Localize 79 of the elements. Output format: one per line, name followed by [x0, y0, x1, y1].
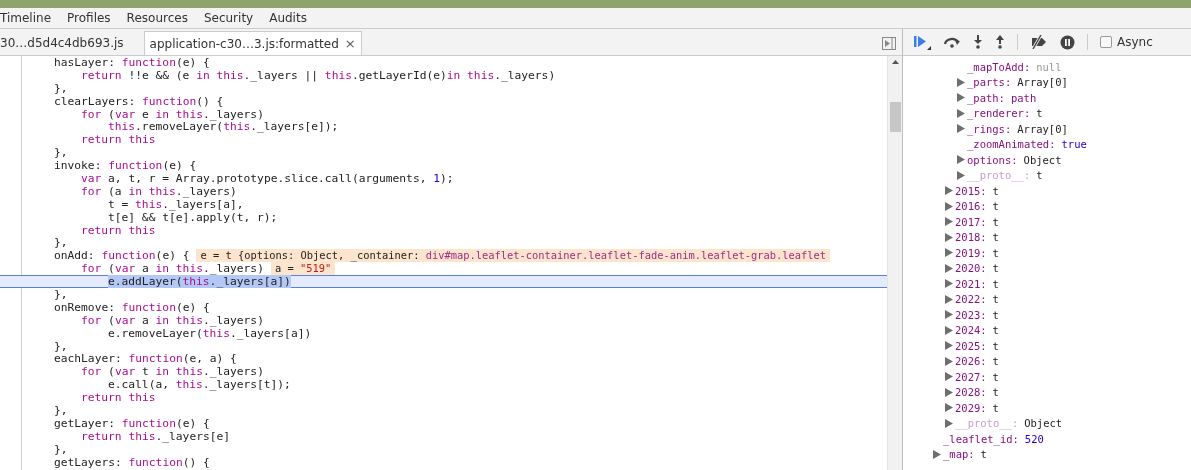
property-entry[interactable]: 2024: t	[945, 322, 999, 339]
code-line: var a, t, r = Array.prototype.slice.call(arguments, 1);	[81, 171, 454, 185]
code-line: },	[54, 404, 68, 417]
scrollbar[interactable]	[887, 56, 902, 470]
code-line: },	[54, 146, 68, 160]
code-line: },	[54, 288, 68, 301]
code-line: for (var a in this._layers)	[81, 313, 264, 327]
property-entry[interactable]: 2020: t	[945, 260, 999, 277]
code-line: e.call(a, this._layers[t]);	[108, 378, 291, 392]
panel-tab[interactable]: Profiles	[67, 9, 111, 27]
panel-tab[interactable]: Security	[203, 9, 254, 27]
code-line: for (a in this._layers)	[81, 184, 237, 198]
scroll-up-icon[interactable]	[891, 60, 899, 64]
property-entry[interactable]: 2025: t	[945, 337, 999, 354]
inline-value: e = t {options: Object, _container: div#map.leaflet-container.leaflet-fade-anim.leaflet-grab.leaflet	[196, 249, 831, 263]
property-entry[interactable]: 2028: t	[945, 384, 999, 401]
panel-tab[interactable]: Timeline	[0, 9, 52, 27]
property-entry[interactable]: 2021: t	[945, 275, 999, 292]
property-entry[interactable]: 2016: t	[945, 198, 999, 215]
property-entry[interactable]: 2027: t	[945, 368, 999, 385]
async-checkbox[interactable]: Async	[1100, 33, 1153, 51]
property-entry[interactable]: 2023: t	[945, 306, 999, 323]
property-entry[interactable]: _path: path	[957, 89, 1037, 106]
property-entry[interactable]: _renderer: t	[957, 105, 1043, 122]
step-out-icon[interactable]	[995, 35, 1005, 49]
inline-value: a = "519"	[270, 262, 336, 276]
step-over-icon[interactable]	[943, 36, 961, 48]
property-entry[interactable]: 2015: t	[945, 182, 999, 199]
code-line: eachLayer: function(e, a) {	[54, 352, 237, 366]
code-line: onRemove: function(e) {	[54, 300, 210, 314]
file-tab[interactable]: application-c30…3.js:formatted ×	[143, 31, 362, 55]
property-entry[interactable]: 2018: t	[945, 229, 999, 246]
close-tab-button[interactable]: ×	[344, 33, 356, 54]
code-line: return this	[81, 223, 156, 237]
code-line: },	[54, 339, 68, 353]
panel-tab[interactable]: Audits	[269, 9, 307, 27]
code-line: e.removeLayer(this._layers[a])	[108, 326, 312, 340]
code-line: t[e] && t[e].apply(t, r);	[108, 210, 278, 224]
property-entry[interactable]: 2017: t	[945, 213, 999, 230]
property-entry[interactable]: 2029: t	[945, 399, 999, 416]
code-line: for (var t in this._layers)	[81, 365, 264, 379]
code-line: getLayers: function() {	[54, 455, 210, 469]
deactivate-breakpoints-icon[interactable]	[1030, 35, 1048, 49]
property-entry[interactable]: __proto__: Object	[945, 415, 1063, 432]
property-entry[interactable]: _rings: Array[0]	[957, 120, 1068, 137]
property-entry[interactable]: _mapToAdd: null	[957, 58, 1062, 75]
code-line: getLayer: function(e) {	[54, 416, 210, 430]
property-entry[interactable]: options: Object	[957, 151, 1062, 168]
code-line: },	[54, 236, 68, 250]
property-entry[interactable]: 2026: t	[945, 353, 999, 370]
code-line: },	[54, 442, 68, 456]
property-entry[interactable]: 2022: t	[945, 291, 999, 308]
code-line: return !!e && (e in this._layers || this.getLayerId(e)in this._layers)	[81, 68, 556, 82]
property-entry[interactable]: _map: t	[933, 446, 987, 463]
pause-on-exceptions-icon[interactable]	[1060, 34, 1075, 50]
code-line: for (var e in this._layers)	[81, 107, 264, 121]
code-line: hasLayer: function(e) {	[54, 56, 210, 69]
file-tab[interactable]: 30…d5d4c4db693.js	[0, 31, 129, 55]
code-line: return this	[81, 391, 156, 405]
expand-arrow-icon[interactable]	[933, 449, 941, 459]
toggle-sidebar-icon[interactable]	[882, 37, 896, 50]
property-entry[interactable]: _zoomAnimated: true	[957, 136, 1087, 153]
property-entry[interactable]: _parts: Array[0]	[957, 74, 1068, 91]
code-line: return this	[81, 133, 156, 147]
code-line: return this._layers[e]	[81, 429, 231, 443]
property-entry[interactable]: _leaflet_id: 520	[933, 430, 1044, 447]
property-entry[interactable]: __proto__: t	[957, 167, 1043, 184]
code-line: onAdd: function(e) {	[54, 249, 190, 263]
panel-tab[interactable]: Resources	[126, 9, 188, 27]
code-line: clearLayers: function() {	[54, 94, 224, 108]
code-line: this.removeLayer(this._layers[e]);	[108, 120, 339, 134]
code-line: invoke: function(e) {	[54, 159, 197, 173]
resume-icon[interactable]	[913, 34, 931, 50]
code-line: for (var a in this._layers)	[81, 262, 264, 276]
code-line: t = this._layers[a],	[108, 197, 244, 211]
scrollbar-thumb[interactable]	[889, 102, 901, 132]
step-into-icon[interactable]	[973, 35, 983, 49]
property-entry[interactable]: 2019: t	[945, 244, 999, 261]
code-line: },	[54, 81, 68, 95]
